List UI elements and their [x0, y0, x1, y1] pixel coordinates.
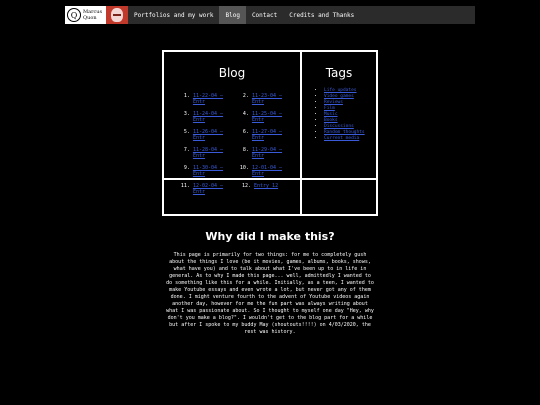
portrait-icon: [106, 6, 128, 24]
section-title: Why did I make this?: [205, 230, 335, 243]
nav-portfolios[interactable]: Portfolios and my work: [128, 6, 219, 24]
post-link[interactable]: 12-01-04 — Entr: [252, 165, 292, 177]
tag-item: Video games: [324, 94, 386, 100]
blog-section: Blog 1. 11-22-04 — Entr 2. 11-23-04 — Entr…: [164, 52, 302, 214]
post-number: 5.: [183, 129, 190, 135]
post-number: 3.: [183, 111, 190, 117]
tag-link[interactable]: Current media: [324, 136, 359, 141]
post-link[interactable]: 11-27-04 — Entr: [252, 129, 292, 141]
post-number: 11.: [180, 183, 190, 189]
blog-post-item: 2. 11-23-04 — Entr: [233, 93, 292, 105]
blog-post-item: 8. 11-29-04 — Entr: [233, 147, 292, 159]
nav-credits[interactable]: Credits and Thanks: [283, 6, 360, 24]
tag-link[interactable]: Discussions: [324, 124, 354, 129]
post-link[interactable]: 11-29-04 — Entr: [252, 147, 292, 159]
tag-item: Books: [324, 118, 386, 124]
tags-section: Tags Life updates Video games Reviews Fi…: [302, 52, 376, 214]
post-link[interactable]: 11-23-04 — Entr: [252, 93, 292, 105]
post-number: 7.: [183, 147, 190, 153]
tag-list: Life updates Video games Reviews Film Mu…: [314, 88, 386, 142]
tag-item: Music: [324, 112, 386, 118]
tag-item: Random thoughts: [324, 130, 386, 136]
tag-link[interactable]: Books: [324, 118, 338, 123]
top-nav: Q Marcus Quon Portfolios and my work Blo…: [65, 6, 475, 24]
blog-post-item: 7. 11-28-04 — Entr: [174, 147, 233, 159]
post-number: 8.: [242, 147, 249, 153]
blog-post-item: 9. 11-30-04 — Entr: [174, 165, 233, 177]
panel-divider: [162, 178, 378, 180]
nav-blog[interactable]: Blog: [219, 6, 246, 24]
post-number: 9.: [183, 165, 190, 171]
tag-link[interactable]: Reviews: [324, 100, 343, 105]
blog-post-item: 6. 11-27-04 — Entr: [233, 129, 292, 141]
post-number: 12.: [241, 183, 251, 189]
blog-post-item: 11. 12-02-04 — Entr: [174, 183, 233, 195]
tag-link[interactable]: Random thoughts: [324, 130, 365, 135]
blog-title: Blog: [218, 66, 246, 80]
post-link[interactable]: 11-24-04 — Entr: [193, 111, 233, 123]
monogram-icon: Q: [67, 8, 81, 22]
site-logo[interactable]: Q Marcus Quon: [65, 6, 128, 24]
blog-post-item: 12. Entry 12: [233, 183, 292, 195]
post-link[interactable]: 11-28-04 — Entr: [193, 147, 233, 159]
post-number: 10.: [239, 165, 249, 171]
tag-item: Film: [324, 106, 386, 112]
logo-line-2: Quon: [83, 15, 97, 21]
tag-item: Reviews: [324, 100, 386, 106]
tag-link[interactable]: Music: [324, 112, 338, 117]
post-number: 4.: [242, 111, 249, 117]
post-number: 1.: [183, 93, 190, 99]
blog-post-item: 3. 11-24-04 — Entr: [174, 111, 233, 123]
post-number: 6.: [242, 129, 249, 135]
tag-link[interactable]: Life updates: [324, 88, 357, 93]
post-link[interactable]: 11-26-04 — Entr: [193, 129, 233, 141]
blog-post-item: 1. 11-22-04 — Entr: [174, 93, 233, 105]
post-link[interactable]: 12-02-04 — Entr: [193, 183, 233, 195]
content-panel: Blog 1. 11-22-04 — Entr 2. 11-23-04 — Entr…: [162, 50, 378, 216]
post-link[interactable]: 11-25-04 — Entr: [252, 111, 292, 123]
blog-post-item: 5. 11-26-04 — Entr: [174, 129, 233, 141]
tag-item: Discussions: [324, 124, 386, 130]
blog-post-item: 10. 12-01-04 — Entr: [233, 165, 292, 177]
nav-contact[interactable]: Contact: [246, 6, 283, 24]
logo-text: Marcus Quon: [83, 9, 105, 21]
blog-post-item: 4. 11-25-04 — Entr: [233, 111, 292, 123]
post-link[interactable]: Entry 12: [254, 183, 278, 195]
tag-item: Life updates: [324, 88, 386, 94]
tag-item: Current media: [324, 136, 386, 142]
post-link[interactable]: 11-30-04 — Entr: [193, 165, 233, 177]
post-link[interactable]: 11-22-04 — Entr: [193, 93, 233, 105]
intro-paragraph: This page is primarily for two things: f…: [166, 252, 374, 335]
tag-link[interactable]: Film: [324, 106, 335, 111]
post-number: 2.: [242, 93, 249, 99]
tag-link[interactable]: Video games: [324, 94, 354, 99]
tags-title: Tags: [325, 66, 353, 80]
section-divider: [162, 214, 378, 216]
